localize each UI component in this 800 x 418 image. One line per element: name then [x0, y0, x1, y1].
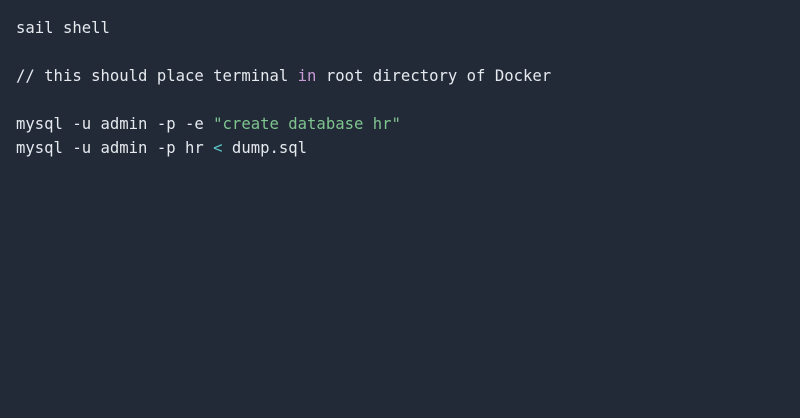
code-line-6-import-dump: mysql -u admin -p hr < dump.sql — [16, 136, 784, 160]
code-line-4-blank — [16, 88, 784, 112]
code-line-1: sail shell — [16, 16, 784, 40]
mysql-create-command: mysql -u admin -p -e — [16, 115, 214, 133]
code-line-2-blank — [16, 40, 784, 64]
create-database-string: "create database hr" — [213, 115, 401, 133]
dump-file-name: dump.sql — [222, 139, 308, 157]
comment-text-before: // this should place terminal — [16, 67, 298, 85]
mysql-import-command: mysql -u admin -p hr — [16, 139, 214, 157]
code-line-3-comment: // this should place terminal in root di… — [16, 64, 784, 88]
sail-shell-command: sail shell — [16, 19, 110, 37]
comment-keyword-in: in — [297, 67, 317, 85]
redirect-operator: < — [213, 139, 223, 157]
code-line-5-create-db: mysql -u admin -p -e "create database hr… — [16, 112, 784, 136]
code-block: sail shell // this should place terminal… — [0, 0, 800, 418]
comment-text-after: root directory of Docker — [316, 67, 552, 85]
